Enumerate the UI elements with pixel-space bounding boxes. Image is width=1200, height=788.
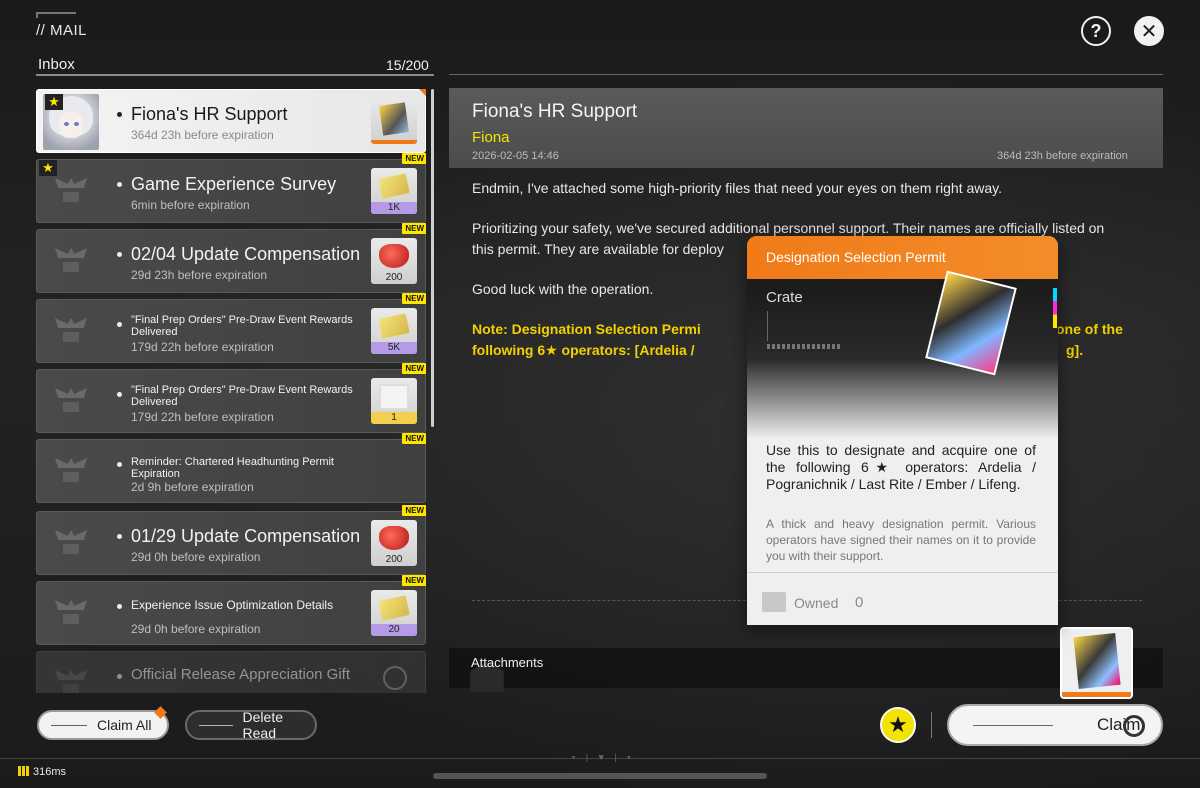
inbox-count: 15/200	[386, 57, 429, 73]
avatar: ★	[43, 94, 99, 150]
close-icon[interactable]: ✕	[1134, 16, 1164, 46]
reward-icon: 1K	[371, 168, 417, 214]
claimed-check-icon	[383, 666, 407, 690]
sender-logo-icon	[43, 586, 99, 642]
reward-icon: 5K	[371, 308, 417, 354]
detail-paragraph: Endmin, I've attached some high-priority…	[472, 180, 1003, 196]
mail-item[interactable]: Official Release Appreciation Gift	[36, 651, 426, 693]
favorite-star-button[interactable]: ★	[880, 707, 916, 743]
mail-item[interactable]: 02/04 Update Compensation 29d 23h before…	[36, 223, 426, 293]
owned-label: Owned	[794, 595, 839, 611]
mail-title: "Final Prep Orders" Pre-Draw Event Rewar…	[131, 314, 353, 338]
claim-icon	[1123, 715, 1145, 737]
mail-title: Fiona's HR Support	[131, 104, 288, 124]
new-badge: NEW	[402, 153, 426, 164]
new-badge: NEW	[402, 575, 426, 586]
mail-expiry: 179d 22h before expiration	[131, 340, 274, 354]
help-icon[interactable]: ?	[1081, 16, 1111, 46]
delete-read-button[interactable]: Delete Read	[185, 709, 317, 741]
mail-expiry: 2d 9h before expiration	[131, 480, 254, 494]
mail-item[interactable]: "Final Prep Orders" Pre-Draw Event Rewar…	[36, 363, 426, 433]
delete-read-label: Delete Read	[242, 709, 283, 741]
attachments-band	[449, 648, 1163, 688]
mail-title: 01/29 Update Compensation	[131, 526, 361, 546]
mail-expiry: 179d 22h before expiration	[131, 410, 274, 424]
detail-divider	[449, 74, 1163, 75]
mail-title: 02/04 Update Compensation	[131, 244, 361, 264]
item-tooltip: Designation Selection Permit Crate Use t…	[747, 236, 1058, 625]
mail-expiry: 29d 23h before expiration	[131, 268, 268, 282]
tooltip-title: Designation Selection Permit	[766, 249, 946, 265]
tooltip-description: Use this to designate and acquire one of…	[766, 442, 1036, 492]
mail-title: "Final Prep Orders" Pre-Draw Event Rewar…	[131, 384, 353, 408]
mail-list: ★ Fiona's HR Support 364d 23h before exp…	[36, 89, 426, 693]
inbox-divider	[36, 74, 434, 76]
reward-icon: 200	[371, 520, 417, 566]
mail-expiry: 29d 0h before expiration	[131, 550, 261, 564]
detail-title: Fiona's HR Support	[472, 101, 638, 122]
sender-logo-icon	[43, 234, 99, 290]
claim-separator	[931, 712, 932, 738]
detail-sender: Fiona	[472, 129, 510, 146]
new-badge: NEW	[402, 293, 426, 304]
owned-value: 0	[855, 594, 864, 611]
claim-all-button[interactable]: Claim All	[37, 706, 169, 740]
mail-item[interactable]: 01/29 Update Compensation 29d 0h before …	[36, 505, 426, 575]
home-indicator[interactable]	[433, 773, 767, 779]
ping-value: 316ms	[33, 766, 67, 778]
tooltip-flavor: A thick and heavy designation permit. Va…	[766, 517, 1036, 563]
mail-item[interactable]: "Final Prep Orders" Pre-Draw Event Rewar…	[36, 293, 426, 363]
mail-list-scrollbar[interactable]	[431, 89, 434, 427]
star-icon: ★	[45, 94, 63, 110]
signal-icon	[18, 766, 29, 776]
detail-expiry: 364d 23h before expiration	[997, 150, 1128, 162]
mail-item[interactable]: Experience Issue Optimization Details 29…	[36, 575, 426, 645]
inbox-label: Inbox	[38, 56, 75, 73]
mail-title: Reminder: Chartered Headhunting Permit E…	[131, 456, 334, 480]
new-badge: NEW	[402, 505, 426, 516]
attachments-label: Attachments	[471, 655, 544, 670]
reward-icon: 1	[371, 378, 417, 424]
claim-all-label: Claim All	[97, 717, 152, 733]
sender-logo-icon	[43, 444, 99, 500]
mail-logo	[36, 12, 76, 18]
detail-date: 2026-02-05 14:46	[472, 150, 559, 162]
claim-button[interactable]: Claim	[947, 704, 1163, 746]
sender-logo-icon	[43, 374, 99, 430]
new-badge: NEW	[402, 223, 426, 234]
briefcase-icon	[762, 592, 786, 612]
new-badge: NEW	[402, 433, 426, 444]
notification-badge	[154, 706, 167, 719]
tooltip-type: Crate	[766, 289, 803, 306]
mail-expiry: 29d 0h before expiration	[131, 622, 261, 636]
sender-logo-icon	[43, 656, 99, 693]
mail-item[interactable]: Reminder: Chartered Headhunting Permit E…	[36, 433, 426, 503]
attachment-item[interactable]	[1060, 627, 1133, 699]
reward-icon: 200	[371, 238, 417, 284]
unread-indicator	[418, 89, 426, 97]
mail-title: Official Release Appreciation Gift	[131, 666, 351, 683]
mail-expiry: 364d 23h before expiration	[131, 128, 274, 142]
bottom-glyphs: ▪ | ♥ | ▪	[572, 752, 635, 762]
mail-item[interactable]: ★ Game Experience Survey 6min before exp…	[36, 153, 426, 223]
mail-expiry: 6min before expiration	[131, 198, 250, 212]
reward-icon: 20	[371, 590, 417, 636]
sender-logo-icon	[43, 304, 99, 360]
page-title: // MAIL	[36, 22, 88, 39]
mail-item[interactable]: ★ Fiona's HR Support 364d 23h before exp…	[36, 89, 426, 153]
mail-title: Experience Issue Optimization Details	[131, 598, 334, 612]
sender-logo-icon	[43, 516, 99, 572]
reward-icon	[371, 98, 417, 144]
mail-title: Game Experience Survey	[131, 174, 337, 194]
star-icon: ★	[39, 160, 57, 176]
new-badge: NEW	[402, 363, 426, 374]
barcode-icon	[767, 344, 842, 349]
